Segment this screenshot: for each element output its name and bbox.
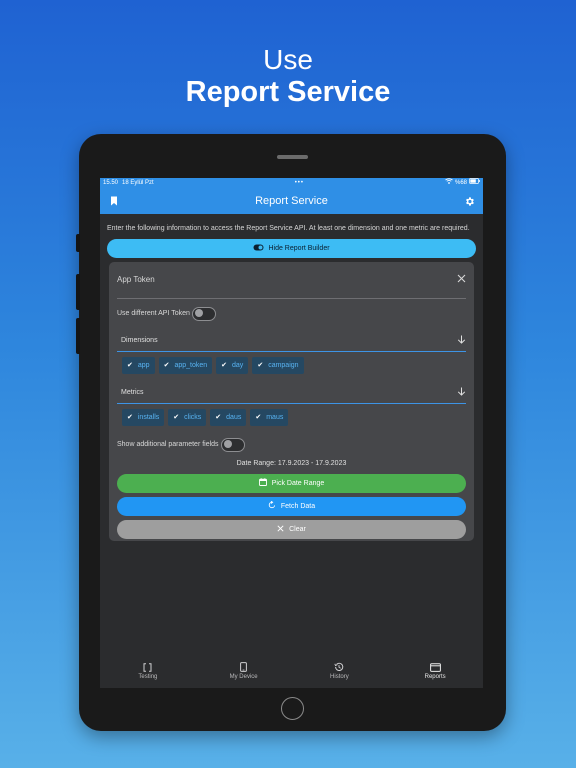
page-title: Report Service bbox=[255, 195, 328, 207]
check-icon: ✔ bbox=[163, 362, 170, 369]
fetch-data-button[interactable]: Fetch Data bbox=[117, 496, 466, 516]
tab-reports[interactable]: Reports bbox=[395, 662, 475, 680]
close-icon[interactable] bbox=[457, 274, 466, 285]
chip-dimension[interactable]: ✔ app_token bbox=[158, 356, 213, 374]
app-token-field[interactable]: App Token bbox=[117, 262, 466, 299]
bookmark-icon[interactable] bbox=[108, 195, 120, 207]
wifi-icon bbox=[445, 178, 453, 188]
chip-label: maus bbox=[266, 413, 284, 421]
phone-icon bbox=[240, 662, 248, 672]
clear-button[interactable]: Clear bbox=[117, 519, 466, 539]
folder-icon bbox=[429, 662, 441, 672]
dimensions-chips: ✔ app ✔ app_token ✔ day ✔ campaign bbox=[117, 352, 466, 381]
app-screen: 15.50 18 Eylül Pzt ••• %68 Report Servic… bbox=[100, 178, 483, 688]
bracket-icon bbox=[143, 662, 152, 672]
device-button-volume-up bbox=[76, 274, 80, 310]
device-button-mute bbox=[76, 234, 80, 252]
chip-label: daus bbox=[226, 413, 242, 421]
chip-metric[interactable]: ✔ installs bbox=[122, 408, 165, 426]
report-builder-card: App Token Use different API Token Dimens… bbox=[109, 261, 474, 541]
history-icon bbox=[334, 662, 344, 672]
chip-metric[interactable]: ✔ maus bbox=[250, 408, 289, 426]
chip-dimension[interactable]: ✔ campaign bbox=[252, 356, 304, 374]
fetch-data-label: Fetch Data bbox=[280, 502, 316, 510]
toggle-icon bbox=[253, 244, 264, 253]
check-icon: ✔ bbox=[257, 362, 264, 369]
pick-date-range-label: Pick Date Range bbox=[271, 479, 325, 487]
pick-date-range-button[interactable]: Pick Date Range bbox=[117, 473, 466, 493]
check-icon: ✔ bbox=[221, 362, 228, 369]
app-bar: Report Service bbox=[100, 188, 483, 214]
tab-label: History bbox=[330, 674, 349, 680]
tablet-device: 15.50 18 Eylül Pzt ••• %68 Report Servic… bbox=[76, 134, 506, 731]
hide-report-builder-label: Hide Report Builder bbox=[268, 244, 330, 252]
promo-header: Use Report Service bbox=[0, 44, 576, 109]
check-icon: ✔ bbox=[127, 362, 133, 369]
device-button-volume-down bbox=[76, 318, 80, 354]
refresh-icon bbox=[268, 500, 276, 511]
metrics-chips: ✔ installs ✔ clicks ✔ daus ✔ maus bbox=[117, 404, 466, 433]
chip-dimension[interactable]: ✔ day bbox=[216, 356, 249, 374]
additional-params-row: Show additional parameter fields bbox=[117, 433, 466, 457]
use-different-token-toggle[interactable] bbox=[191, 306, 216, 321]
tab-label: Testing bbox=[138, 674, 158, 680]
chip-metric[interactable]: ✔ daus bbox=[210, 408, 247, 426]
app-token-placeholder: App Token bbox=[117, 275, 155, 284]
tab-history[interactable]: History bbox=[299, 662, 379, 680]
chip-label: installs bbox=[137, 413, 160, 421]
battery-icon bbox=[469, 178, 480, 188]
tab-my-device[interactable]: My Device bbox=[204, 662, 284, 680]
check-icon: ✔ bbox=[215, 414, 222, 421]
metrics-label: Metrics bbox=[121, 389, 144, 396]
check-icon: ✔ bbox=[127, 414, 133, 421]
chip-label: day bbox=[232, 361, 244, 369]
chip-label: app bbox=[137, 361, 150, 369]
tab-testing[interactable]: Testing bbox=[108, 662, 188, 680]
clear-label: Clear bbox=[289, 525, 306, 533]
chip-dimension[interactable]: ✔ app bbox=[122, 356, 155, 374]
close-icon bbox=[277, 524, 284, 534]
dimensions-label: Dimensions bbox=[121, 337, 158, 344]
intro-text: Enter the following information to acces… bbox=[107, 225, 470, 232]
use-different-token-label: Use different API Token bbox=[117, 310, 190, 317]
tab-bar: Testing My Device History Reports bbox=[100, 656, 483, 688]
arrow-down-icon bbox=[457, 335, 466, 346]
additional-params-label: Show additional parameter fields bbox=[117, 441, 219, 448]
calendar-icon bbox=[258, 478, 267, 488]
use-different-token-row: Use different API Token bbox=[117, 299, 466, 329]
date-range-text: Date Range: 17.9.2023 - 17.9.2023 bbox=[236, 459, 347, 467]
additional-params-toggle[interactable] bbox=[220, 437, 245, 452]
promo-line-1: Use bbox=[263, 44, 313, 75]
chip-label: campaign bbox=[268, 361, 299, 369]
hide-report-builder-button[interactable]: Hide Report Builder bbox=[107, 238, 476, 258]
status-battery-percent: %68 bbox=[454, 180, 467, 186]
tab-label: My Device bbox=[229, 674, 258, 680]
status-time: 15.50 bbox=[103, 180, 119, 186]
gear-icon[interactable] bbox=[463, 195, 475, 207]
status-dots: ••• bbox=[294, 180, 304, 186]
dimensions-dropdown[interactable]: Dimensions bbox=[117, 331, 466, 352]
arrow-down-icon bbox=[457, 387, 466, 398]
chip-metric[interactable]: ✔ clicks bbox=[168, 408, 207, 426]
status-date: 18 Eylül Pzt bbox=[122, 180, 154, 186]
chip-label: clicks bbox=[184, 413, 202, 421]
device-speaker bbox=[277, 155, 308, 159]
home-button[interactable] bbox=[281, 697, 304, 720]
promo-line-2: Report Service bbox=[185, 76, 391, 108]
tab-label: Reports bbox=[424, 674, 446, 680]
check-icon: ✔ bbox=[173, 414, 180, 421]
status-bar: 15.50 18 Eylül Pzt ••• %68 bbox=[100, 178, 483, 188]
chip-label: app_token bbox=[174, 361, 208, 369]
metrics-dropdown[interactable]: Metrics bbox=[117, 383, 466, 404]
check-icon: ✔ bbox=[255, 414, 262, 421]
